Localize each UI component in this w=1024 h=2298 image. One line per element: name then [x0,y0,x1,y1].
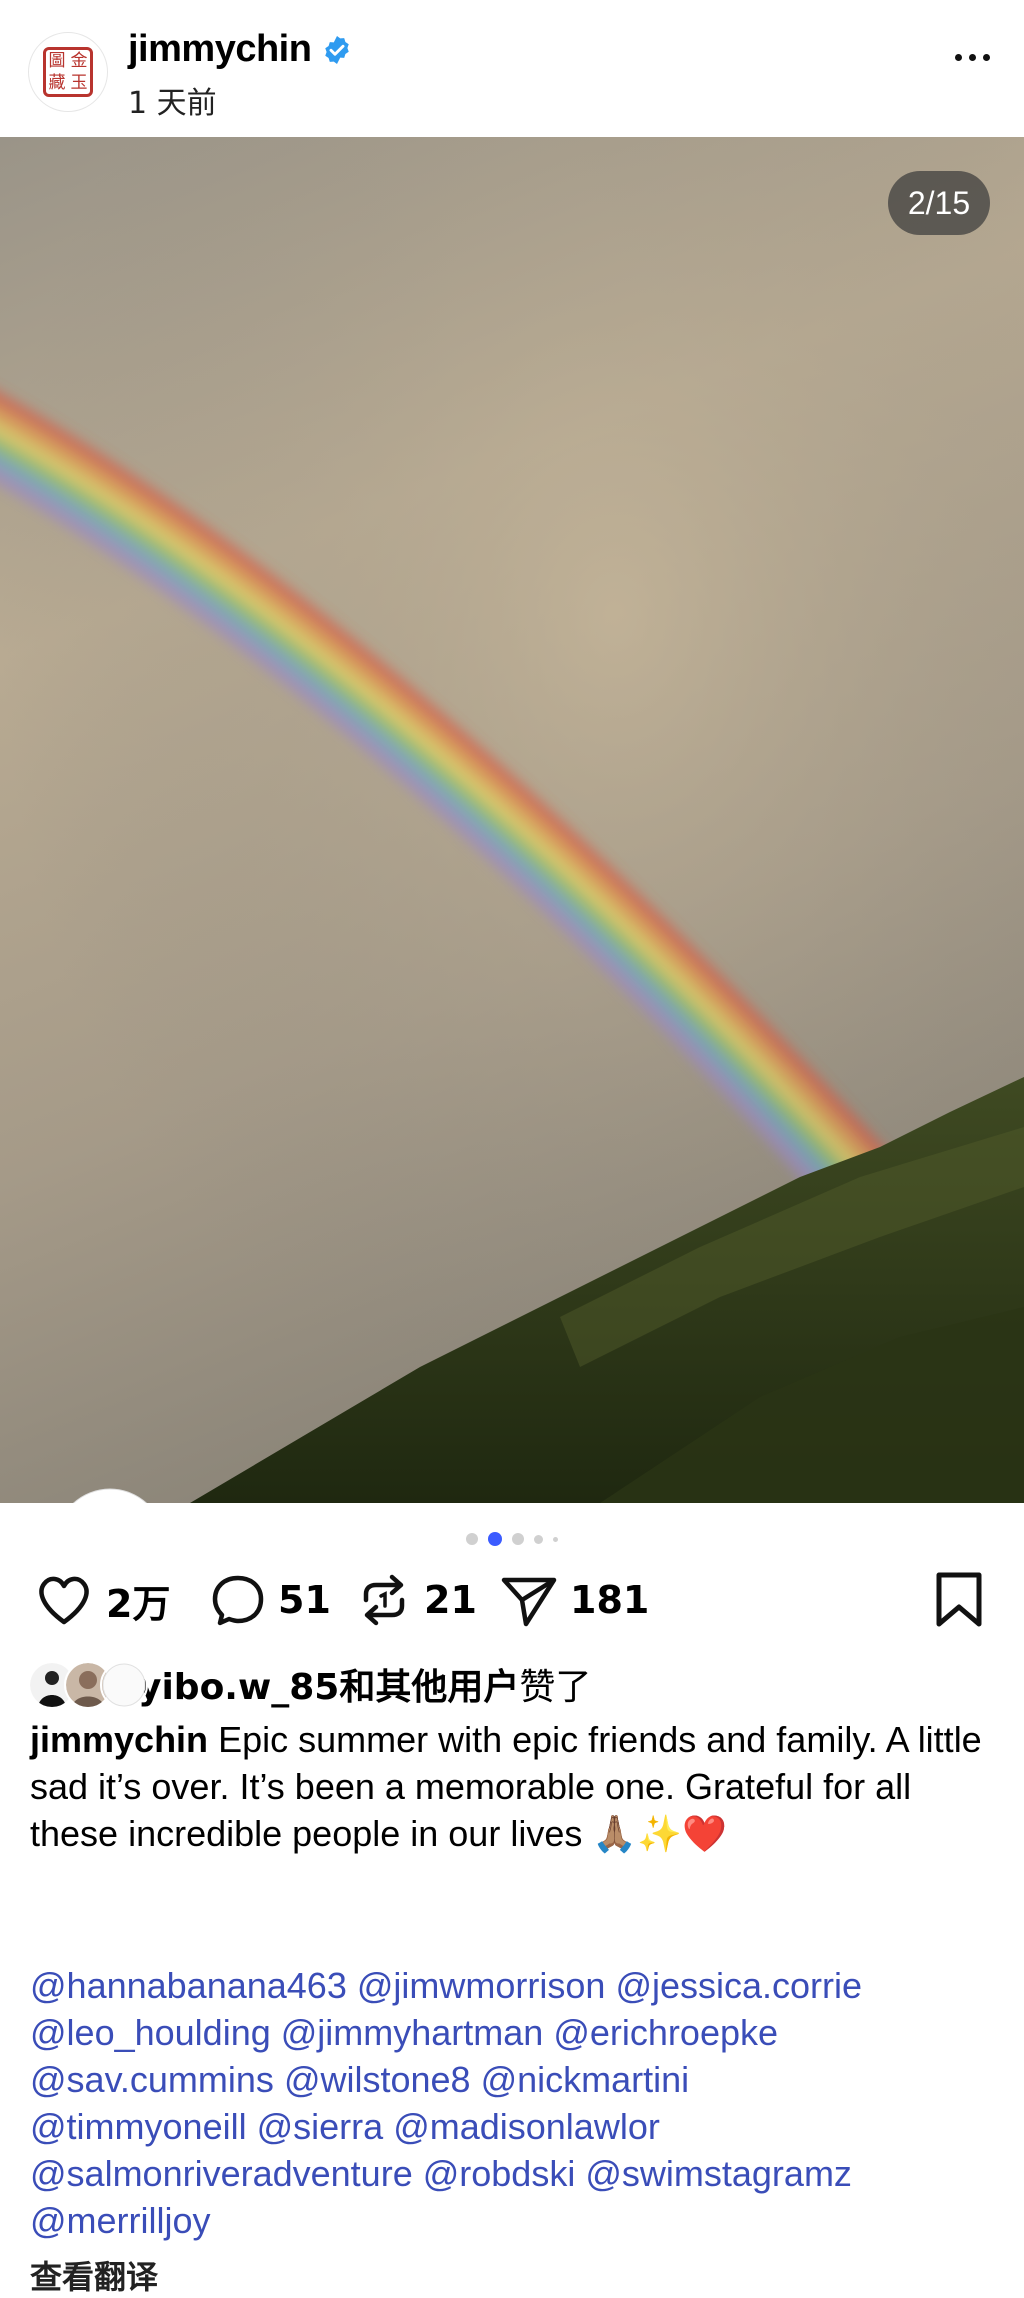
carousel-dot [534,1534,543,1544]
post-timestamp: 1 天前 [128,86,217,121]
liker-avatars [28,1659,148,1709]
mention-link[interactable]: @salmonriveradventure [30,2153,413,2194]
mention-link[interactable]: @robdski [423,2153,576,2194]
username-row: jimmychin [128,28,353,71]
seal-char: 藏 [48,72,66,93]
avatar [100,1661,148,1709]
post-header: 圖 金 藏 玉 jimmychin 1 天前 [0,0,1024,137]
repost-action[interactable]: 21 [356,1565,477,1635]
like-action[interactable]: 2万 [34,1565,170,1635]
liked-suffix: 赞了 [519,1667,592,1708]
caption-username[interactable]: jimmychin [30,1719,208,1760]
carousel-dot [466,1533,478,1545]
bookmark-icon[interactable] [934,1571,984,1629]
liked-by-text: yibo.w_85和其他用户赞了 [138,1658,591,1710]
carousel-counter: 2/15 [888,171,990,235]
liker-username[interactable]: yibo.w_85 [138,1667,339,1708]
mention-link[interactable]: @timmyoneill [30,2106,247,2147]
seal-char: 圖 [48,50,66,71]
dot [983,54,990,61]
see-translation-link[interactable]: 查看翻译 [30,2252,158,2298]
mention-link[interactable]: @nickmartini [481,2059,690,2100]
seal-char: 玉 [70,72,88,93]
mention-link[interactable]: @jimmyhartman [281,2012,544,2053]
share-action[interactable]: 181 [500,1565,649,1635]
post-photo[interactable]: 2/15 [0,137,1024,1503]
mention-link[interactable]: @erichroepke [553,2012,778,2053]
repost-count: 21 [424,1578,477,1622]
liked-by-row[interactable]: yibo.w_85和其他用户赞了 [28,1658,591,1710]
seal-char: 金 [70,50,88,71]
verified-badge-icon [325,35,350,64]
tagged-user-avatar[interactable] [54,1487,174,1503]
carousel-dot-active [488,1532,502,1546]
comment-icon[interactable] [210,1572,266,1628]
action-bar: 2万 51 21 181 [0,1565,1024,1635]
username[interactable]: jimmychin [128,28,312,71]
post-caption: jimmychin Epic summer with epic friends … [30,1716,1000,1857]
send-icon[interactable] [500,1572,558,1628]
carousel-dot [553,1536,558,1542]
mention-link[interactable]: @jessica.corrie [615,1965,862,2006]
share-count: 181 [570,1578,650,1622]
mention-link[interactable]: @sav.cummins [30,2059,274,2100]
profile-avatar[interactable]: 圖 金 藏 玉 [28,32,108,112]
mention-link[interactable]: @wilstone8 [284,2059,471,2100]
dot [955,54,962,61]
rainbow-landscape-image [0,137,1024,1503]
comment-action[interactable]: 51 [210,1565,331,1635]
dot [969,54,976,61]
like-count: 2万 [106,1581,171,1626]
and-others-label: 和其他用户 [339,1667,520,1708]
carousel-indicator [0,1532,1024,1546]
mention-link[interactable]: @merrilljoy [30,2200,211,2241]
mention-link[interactable]: @leo_houlding [30,2012,271,2053]
more-options-icon[interactable] [955,54,990,61]
heart-icon[interactable] [34,1572,94,1628]
carousel-dot [512,1533,524,1545]
mentions-list: @hannabanana463 @jimwmorrison @jessica.c… [30,1962,1010,2244]
mention-link[interactable]: @jimwmorrison [357,1965,606,2006]
mention-link[interactable]: @sierra [257,2106,384,2147]
mention-link[interactable]: @swimstagramz [585,2153,852,2194]
mention-link[interactable]: @madisonlawlor [393,2106,660,2147]
mention-link[interactable]: @hannabanana463 [30,1965,347,2006]
repost-icon[interactable] [356,1572,412,1628]
comment-count: 51 [278,1578,331,1622]
seal-logo: 圖 金 藏 玉 [43,47,93,97]
